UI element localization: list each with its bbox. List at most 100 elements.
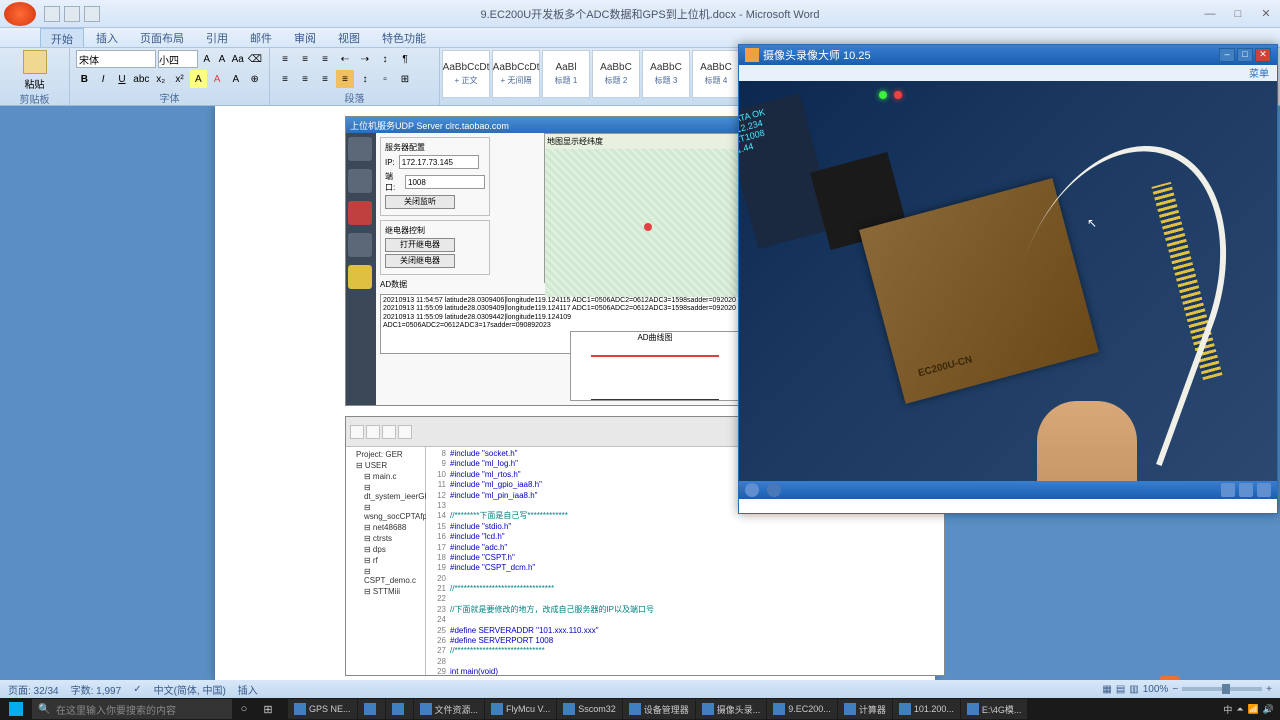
tree-item[interactable]: ⊟ dt_system_ieerGPS.c xyxy=(348,482,423,502)
project-tree[interactable]: Project: GER⊟ USER⊟ main.c⊟ dt_system_ie… xyxy=(346,447,426,675)
relay-close-btn[interactable]: 关闭继电器 xyxy=(385,254,455,268)
indent-inc-btn[interactable]: ⇢ xyxy=(356,50,374,68)
cam-ctrl-btn[interactable] xyxy=(1221,483,1235,497)
udp-sidebar-icon[interactable] xyxy=(348,265,372,289)
font-color-btn[interactable]: A xyxy=(209,70,226,88)
ip-input[interactable] xyxy=(399,155,479,169)
view-btn[interactable]: ▤ xyxy=(1116,684,1125,695)
qat-save[interactable] xyxy=(44,6,60,22)
ribbon-tab[interactable]: 特色功能 xyxy=(372,28,436,47)
underline-btn[interactable]: U xyxy=(114,70,131,88)
cam-close-btn[interactable]: ✕ xyxy=(1255,48,1271,62)
taskbar-item[interactable]: 101.200... xyxy=(893,699,960,719)
stop-listen-btn[interactable]: 关闭监听 xyxy=(385,195,455,209)
zoom-out-btn[interactable]: − xyxy=(1172,684,1178,695)
highlight-btn[interactable]: A xyxy=(190,70,207,88)
ribbon-tab[interactable]: 引用 xyxy=(196,28,238,47)
zoom-in-btn[interactable]: + xyxy=(1266,684,1272,695)
qat-redo[interactable] xyxy=(84,6,100,22)
ribbon-tab[interactable]: 审阅 xyxy=(284,28,326,47)
font-size-select[interactable] xyxy=(158,50,198,68)
udp-sidebar-icon[interactable] xyxy=(348,233,372,257)
camera-menu[interactable]: 菜单 xyxy=(1249,69,1269,80)
status-page[interactable]: 页面: 32/34 xyxy=(8,682,59,697)
strike-btn[interactable]: abc xyxy=(132,70,150,88)
maximize-button[interactable]: □ xyxy=(1228,6,1248,22)
taskbar-item[interactable]: 设备管理器 xyxy=(623,699,695,719)
udp-sidebar-icon[interactable] xyxy=(348,201,372,225)
bold-btn[interactable]: B xyxy=(76,70,93,88)
cam-maximize-btn[interactable]: □ xyxy=(1237,48,1253,62)
taskbar-item[interactable]: E:\4G模... xyxy=(961,699,1028,719)
tree-item[interactable]: Project: GER xyxy=(348,449,423,460)
tray-network-icon[interactable]: 📶 xyxy=(1248,704,1259,715)
cam-record-btn[interactable] xyxy=(745,483,759,497)
numbering-btn[interactable]: ≡ xyxy=(296,50,314,68)
taskbar-search[interactable]: 🔍 在这里输入你要搜索的内容 xyxy=(32,699,232,719)
view-btn[interactable]: ▦ xyxy=(1102,684,1111,695)
tree-item[interactable]: ⊟ rf xyxy=(348,555,423,566)
style-item[interactable]: AaBbCcDt+ 正文 xyxy=(442,50,490,98)
udp-sidebar-icon[interactable] xyxy=(348,169,372,193)
italic-btn[interactable]: I xyxy=(95,70,112,88)
zoom-slider[interactable] xyxy=(1182,687,1262,691)
tree-item[interactable]: ⊟ STTMiii xyxy=(348,586,423,597)
tree-item[interactable]: ⊟ ctrsts xyxy=(348,533,423,544)
style-item[interactable]: AaBbC标题 4 xyxy=(692,50,740,98)
cam-ctrl-btn[interactable] xyxy=(1257,483,1271,497)
borders-btn[interactable]: ⊞ xyxy=(396,70,414,88)
taskbar-item[interactable]: Sscom32 xyxy=(557,699,622,719)
ribbon-tab[interactable]: 开始 xyxy=(40,28,84,47)
ide-toolbar-btn[interactable] xyxy=(366,425,380,439)
paste-icon[interactable] xyxy=(23,50,47,74)
cam-minimize-btn[interactable]: ‒ xyxy=(1219,48,1235,62)
status-lang[interactable]: 中文(简体, 中国) xyxy=(154,682,226,697)
cortana-btn[interactable]: ○ xyxy=(232,703,256,715)
align-center-btn[interactable]: ≡ xyxy=(296,70,314,88)
status-mode[interactable]: 插入 xyxy=(238,682,258,697)
taskbar-item[interactable]: 计算器 xyxy=(838,699,892,719)
indent-dec-btn[interactable]: ⇠ xyxy=(336,50,354,68)
style-item[interactable]: AaBbC标题 3 xyxy=(642,50,690,98)
tray-lang[interactable]: 中 xyxy=(1223,703,1232,716)
tree-item[interactable]: ⊟ dps xyxy=(348,544,423,555)
tree-item[interactable]: ⊟ wsng_socCPTAfps.c xyxy=(348,502,423,522)
change-case-btn[interactable]: Aa xyxy=(231,50,245,68)
sort-btn[interactable]: ↕ xyxy=(376,50,394,68)
udp-sidebar-icon[interactable] xyxy=(348,137,372,161)
font-name-select[interactable] xyxy=(76,50,156,68)
grow-font-btn[interactable]: A xyxy=(200,50,213,68)
taskbar-item[interactable]: FlyMcu V... xyxy=(485,699,556,719)
superscript-btn[interactable]: x² xyxy=(171,70,188,88)
ribbon-tab[interactable]: 插入 xyxy=(86,28,128,47)
style-item[interactable]: AaBl标题 1 xyxy=(542,50,590,98)
minimize-button[interactable]: — xyxy=(1200,6,1220,22)
line-spacing-btn[interactable]: ↕ xyxy=(356,70,374,88)
close-button[interactable]: ✕ xyxy=(1256,6,1276,22)
start-button[interactable] xyxy=(0,698,32,720)
taskbar-item[interactable]: 文件资源... xyxy=(414,699,485,719)
ide-toolbar-btn[interactable] xyxy=(398,425,412,439)
ide-toolbar-btn[interactable] xyxy=(350,425,364,439)
qat-undo[interactable] xyxy=(64,6,80,22)
style-item[interactable]: AaBbCcDt+ 无间隔 xyxy=(492,50,540,98)
taskbar-item[interactable]: 9.EC200... xyxy=(767,699,837,719)
ide-toolbar-btn[interactable] xyxy=(382,425,396,439)
shading-btn[interactable]: ▫ xyxy=(376,70,394,88)
char-border-btn[interactable]: A xyxy=(227,70,244,88)
taskbar-item[interactable]: 摄像头录... xyxy=(696,699,767,719)
map-view[interactable]: 地图显示经纬度 xyxy=(544,133,744,283)
status-words[interactable]: 字数: 1,997 xyxy=(71,682,122,697)
shrink-font-btn[interactable]: A xyxy=(215,50,228,68)
cam-stop-btn[interactable] xyxy=(767,483,781,497)
align-left-btn[interactable]: ≡ xyxy=(276,70,294,88)
tree-item[interactable]: ⊟ net48688 xyxy=(348,522,423,533)
tree-item[interactable]: ⊟ main.c xyxy=(348,471,423,482)
tray-volume-icon[interactable]: 🔊 xyxy=(1263,704,1274,715)
clear-format-btn[interactable]: ⌫ xyxy=(247,50,263,68)
view-btn[interactable]: ▥ xyxy=(1129,684,1138,695)
style-item[interactable]: AaBbC标题 2 xyxy=(592,50,640,98)
char-shading-btn[interactable]: ⊕ xyxy=(246,70,263,88)
ribbon-tab[interactable]: 页面布局 xyxy=(130,28,194,47)
port-input[interactable] xyxy=(405,175,485,189)
